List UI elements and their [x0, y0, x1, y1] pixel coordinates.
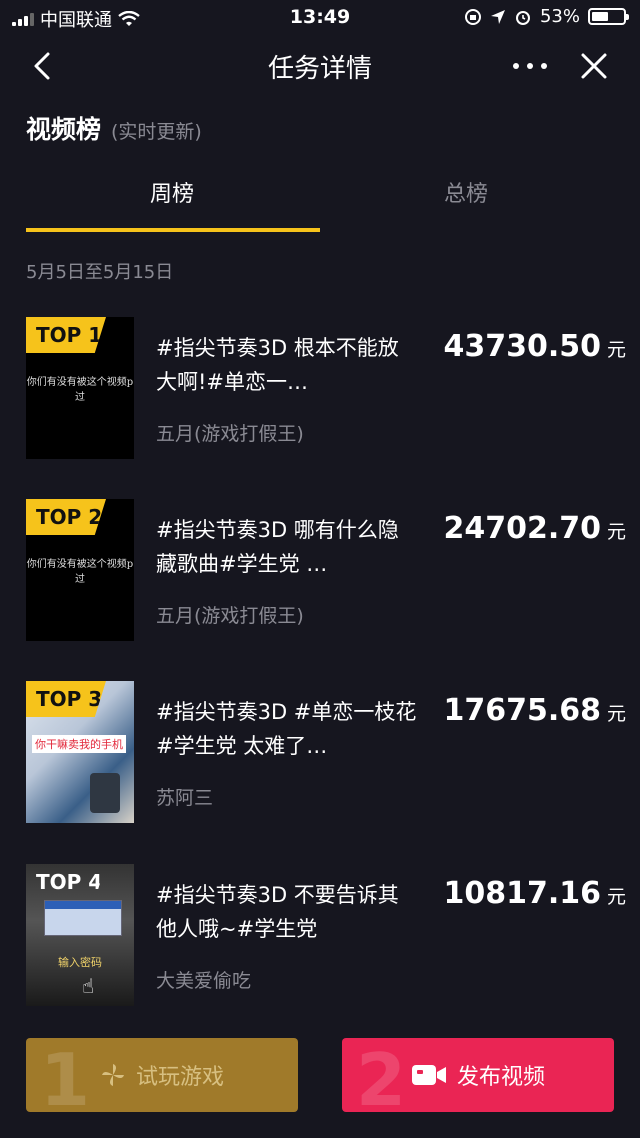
password-dialog-image: [44, 900, 122, 936]
close-icon[interactable]: [578, 48, 610, 84]
pinwheel-icon: [101, 1064, 124, 1086]
alarm-icon: [515, 10, 530, 25]
rank-badge: TOP 1: [26, 317, 106, 353]
earnings: 43730.50 元: [443, 329, 626, 364]
thumbnail-caption: 输入密码: [58, 956, 102, 969]
earnings-amount: 24702.70: [443, 511, 601, 546]
nav-bar: 任务详情: [0, 34, 640, 98]
earnings-amount: 17675.68: [443, 693, 601, 728]
video-title: #指尖节奏3D 哪有什么隐藏歌曲#学生党 …: [156, 518, 399, 576]
tab-bar: 周榜 总榜: [0, 176, 640, 232]
video-author: 五月(游戏打假王): [156, 423, 304, 445]
thumbnail-caption: 你们有没有被这个视频p过: [26, 377, 134, 403]
location-icon: [490, 9, 505, 24]
date-range: 5月5日至5月15日: [26, 262, 174, 283]
tab-indicator: [26, 228, 320, 232]
battery-percent: 53%: [539, 6, 580, 27]
thumbnail-caption: 你干嘛卖我的手机: [32, 735, 126, 753]
video-title: #指尖节奏3D #单恋一枝花 #学生党 太难了…: [156, 700, 417, 758]
earnings-amount: 43730.50: [443, 329, 601, 364]
earnings-unit: 元: [606, 339, 626, 361]
section-title: 视频榜: [26, 115, 102, 144]
status-bar: 中国联通 13:49 53%: [0, 0, 640, 34]
tab-weekly[interactable]: 周榜: [26, 176, 318, 208]
video-thumbnail[interactable]: TOP 1 你们有没有被这个视频p过: [26, 317, 134, 459]
section-header: 视频榜 (实时更新): [26, 110, 202, 146]
tab-overall[interactable]: 总榜: [320, 176, 612, 208]
orientation-lock-icon: [464, 8, 481, 25]
pointer-hand-icon: ☝: [82, 974, 95, 998]
rank-badge: TOP 4: [36, 870, 103, 894]
earnings-amount: 10817.16: [443, 876, 601, 911]
battery-icon: [588, 8, 629, 25]
section-subtitle: (实时更新): [111, 121, 202, 143]
list-item[interactable]: TOP 2 你们有没有被这个视频p过 #指尖节奏3D 哪有什么隐藏歌曲#学生党 …: [26, 499, 626, 641]
earnings: 24702.70 元: [443, 511, 626, 546]
publish-video-label: 发布视频: [456, 1065, 545, 1090]
status-right: 53%: [464, 6, 629, 27]
try-game-button[interactable]: 1 试玩游戏: [26, 1038, 298, 1112]
rank-badge: TOP 3: [26, 681, 106, 717]
rank-badge: TOP 2: [26, 499, 106, 535]
video-author: 大美爱偷吃: [156, 970, 252, 992]
publish-video-button[interactable]: 2 发布视频: [342, 1038, 614, 1112]
phone-image: [90, 773, 120, 813]
video-title: #指尖节奏3D 根本不能放大啊!#单恋一…: [156, 336, 399, 394]
step-number: 1: [40, 1038, 91, 1112]
video-thumbnail[interactable]: TOP 4 输入密码 ☝: [26, 864, 134, 1006]
try-game-label: 试玩游戏: [135, 1065, 224, 1090]
video-author: 五月(游戏打假王): [156, 605, 304, 627]
list-item[interactable]: TOP 3 你干嘛卖我的手机 #指尖节奏3D #单恋一枝花 #学生党 太难了… …: [26, 681, 626, 823]
video-title: #指尖节奏3D 不要告诉其他人哦~#学生党: [156, 883, 399, 941]
battery-fill: [592, 12, 608, 21]
video-author: 苏阿三: [156, 787, 214, 809]
step-number: 2: [356, 1038, 407, 1112]
video-camera-icon: [411, 1065, 446, 1085]
more-icon[interactable]: [508, 48, 552, 84]
list-item[interactable]: TOP 4 输入密码 ☝ #指尖节奏3D 不要告诉其他人哦~#学生党 大美爱偷吃…: [26, 864, 626, 1006]
earnings-unit: 元: [606, 703, 626, 725]
earnings-unit: 元: [606, 521, 626, 543]
video-thumbnail[interactable]: TOP 2 你们有没有被这个视频p过: [26, 499, 134, 641]
earnings-unit: 元: [606, 886, 626, 908]
video-thumbnail[interactable]: TOP 3 你干嘛卖我的手机: [26, 681, 134, 823]
list-item[interactable]: TOP 1 你们有没有被这个视频p过 #指尖节奏3D 根本不能放大啊!#单恋一……: [26, 317, 626, 459]
earnings: 10817.16 元: [443, 876, 626, 911]
earnings: 17675.68 元: [443, 693, 626, 728]
thumbnail-caption: 你们有没有被这个视频p过: [26, 559, 134, 585]
